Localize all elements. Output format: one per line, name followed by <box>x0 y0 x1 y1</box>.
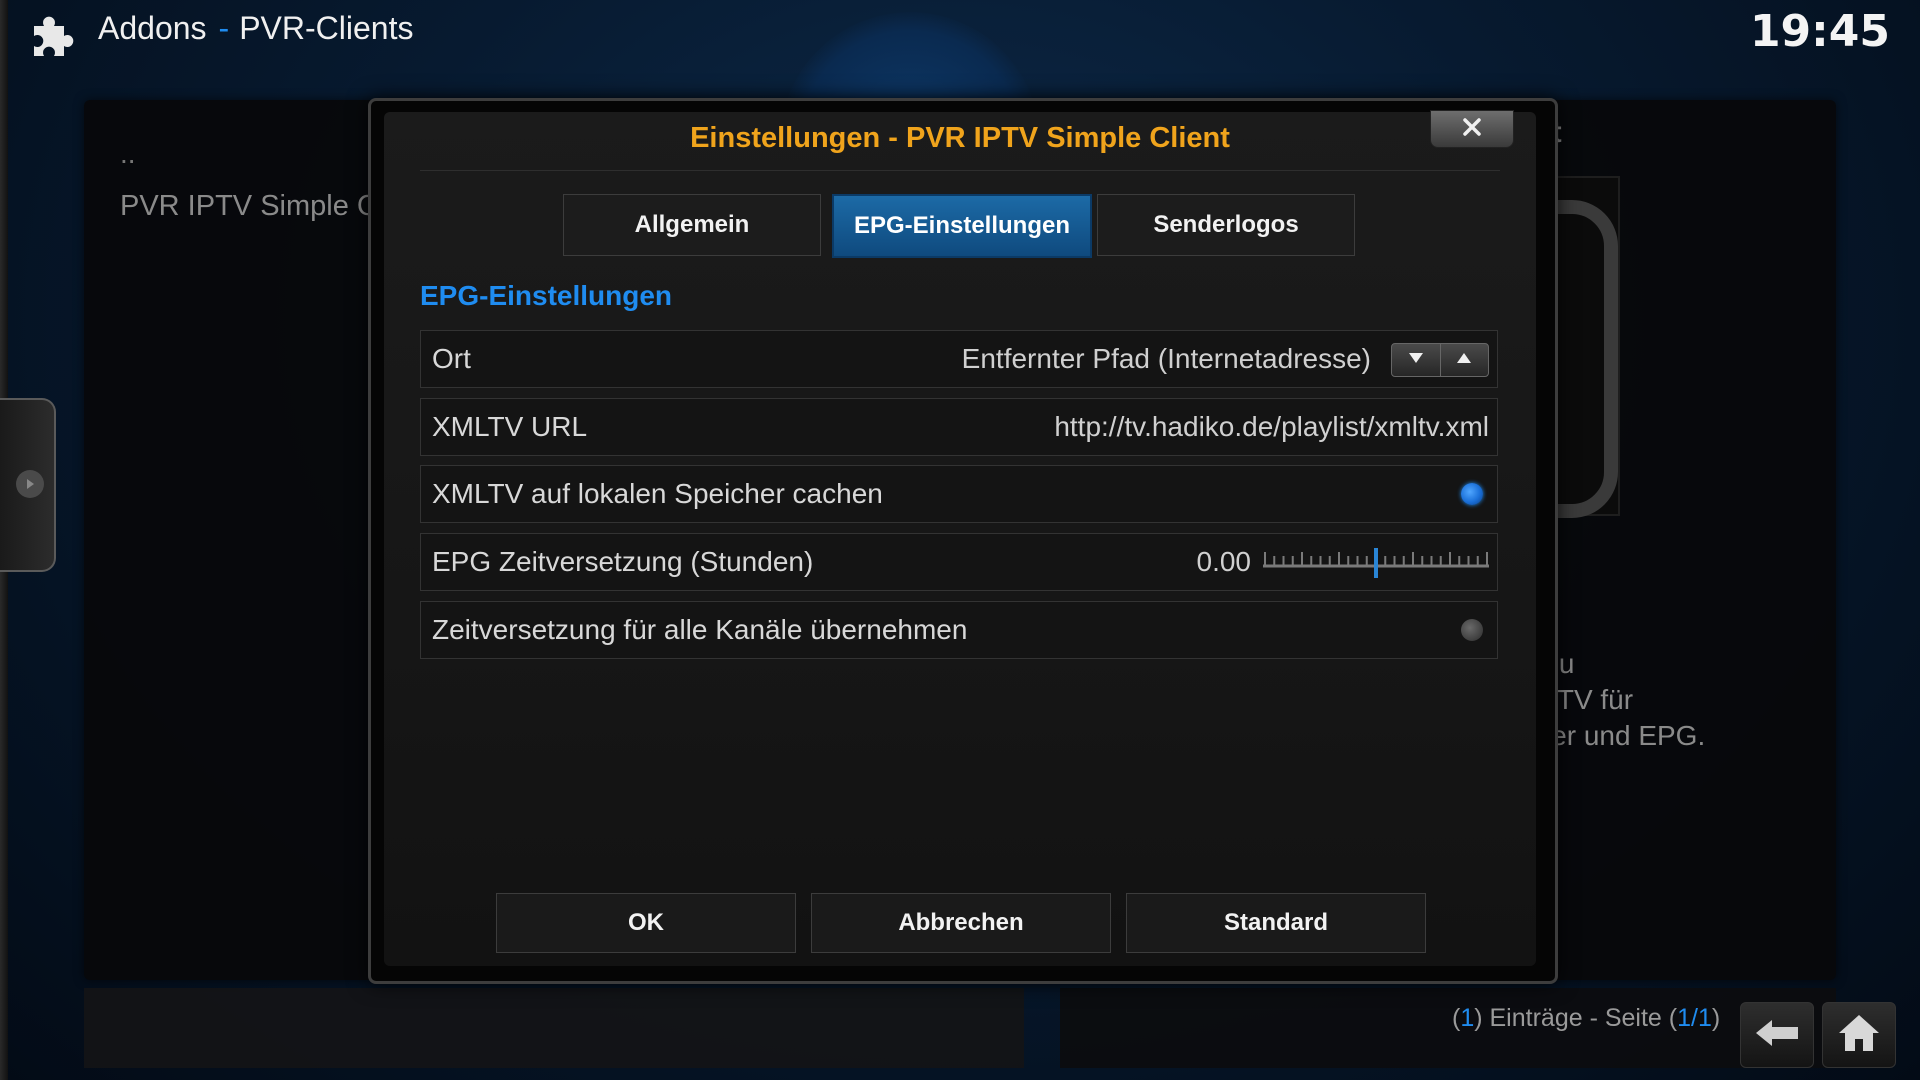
setting-value: 0.00 <box>1196 546 1252 577</box>
setting-value: http://tv.hadiko.de/playlist/xmltv.xml <box>1054 411 1489 442</box>
spinner-up-button[interactable] <box>1439 344 1489 376</box>
tab-senderlogos[interactable]: Senderlogos <box>1097 194 1355 256</box>
slider-control[interactable] <box>1263 548 1489 578</box>
close-icon <box>1462 117 1482 142</box>
pager-page: 1/1 <box>1677 1004 1712 1032</box>
setting-apply-all-channels[interactable]: Zeitversetzung für alle Kanäle übernehme… <box>420 601 1498 659</box>
ok-button[interactable]: OK <box>496 893 796 953</box>
dialog-title: Einstellungen - PVR IPTV Simple Client <box>690 122 1230 154</box>
setting-label: EPG Zeitversetzung (Stunden) <box>432 546 814 577</box>
breadcrumb-separator: - <box>218 10 230 46</box>
breadcrumb-subsection: PVR-Clients <box>239 10 414 46</box>
cancel-button[interactable]: Abbrechen <box>811 893 1111 953</box>
pager-info: (1) Einträge - Seite (1/1) <box>1452 1004 1721 1032</box>
setting-xmltv-url[interactable]: XMLTV URL http://tv.hadiko.de/playlist/x… <box>420 398 1498 456</box>
setting-cache-xmltv[interactable]: XMLTV auf lokalen Speicher cachen <box>420 465 1498 523</box>
setting-label: Zeitversetzung für alle Kanäle übernehme… <box>432 614 968 645</box>
chevron-right-icon[interactable] <box>16 470 44 498</box>
back-button[interactable] <box>1740 1002 1814 1068</box>
puzzle-icon <box>28 6 84 62</box>
default-button[interactable]: Standard <box>1126 893 1426 953</box>
spinner-control[interactable] <box>1391 343 1489 377</box>
breadcrumb-section: Addons <box>98 10 207 46</box>
dialog-divider <box>420 170 1500 171</box>
section-title: EPG-Einstellungen <box>420 280 673 311</box>
back-arrow-icon <box>1754 1018 1800 1053</box>
spinner-down-button[interactable] <box>1392 344 1440 376</box>
arrow-down-icon <box>1408 351 1424 369</box>
clock: 19:45 <box>1749 6 1890 57</box>
list-item[interactable]: PVR IPTV Simple C <box>120 190 378 223</box>
setting-epg-shift[interactable]: EPG Zeitversetzung (Stunden) 0.00 <box>420 533 1498 591</box>
setting-value: Entfernter Pfad (Internetadresse) <box>961 343 1371 374</box>
list-parent-item[interactable]: .. <box>120 138 136 170</box>
arrow-up-icon <box>1456 351 1472 369</box>
breadcrumb: Addons - PVR-Clients <box>98 10 413 47</box>
slider-handle[interactable] <box>1374 548 1378 578</box>
setting-location[interactable]: Ort Entfernter Pfad (Internetadresse) <box>420 330 1498 388</box>
setting-label: XMLTV auf lokalen Speicher cachen <box>432 478 883 509</box>
pager-count: 1 <box>1460 1004 1475 1032</box>
tab-allgemein[interactable]: Allgemein <box>563 194 821 256</box>
pager-label: Einträge - Seite <box>1482 1004 1669 1032</box>
tab-epg-settings[interactable]: EPG-Einstellungen <box>832 194 1092 258</box>
home-button[interactable] <box>1822 1002 1896 1068</box>
home-icon <box>1837 1013 1881 1058</box>
setting-label: XMLTV URL <box>432 411 588 442</box>
toggle-radio[interactable] <box>1461 619 1483 641</box>
setting-label: Ort <box>432 343 471 374</box>
bottom-bar-left <box>84 988 1024 1068</box>
close-button[interactable] <box>1430 110 1514 148</box>
toggle-radio[interactable] <box>1461 483 1483 505</box>
